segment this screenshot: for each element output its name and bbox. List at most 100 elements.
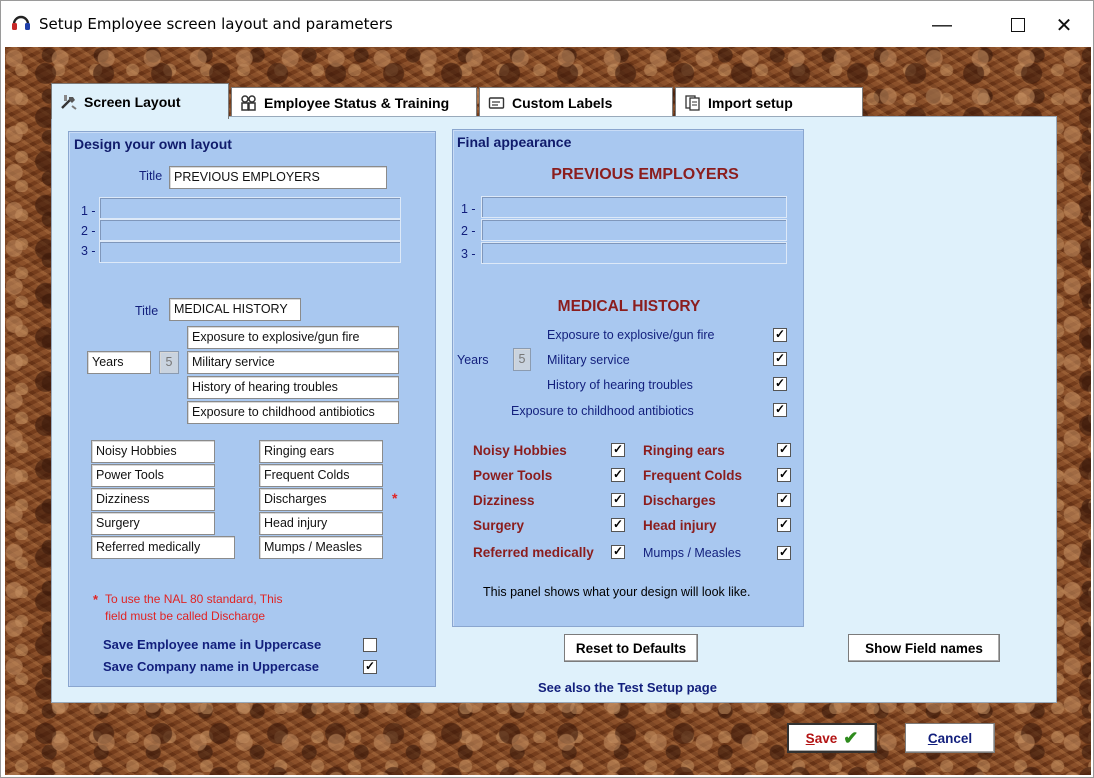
tab-employee-status-label: Employee Status & Training xyxy=(264,94,450,111)
medical-title-input[interactable]: MEDICAL HISTORY xyxy=(169,298,301,321)
people-icon xyxy=(241,94,256,111)
label-icon xyxy=(488,96,505,109)
save-button-hotkey: S xyxy=(805,730,815,746)
preview-employers-title: PREVIOUS EMPLOYERS xyxy=(551,166,739,183)
row-3-input[interactable] xyxy=(99,241,401,263)
preview-dizziness: Dizziness xyxy=(473,493,535,508)
close-button[interactable]: ✕ xyxy=(1041,7,1087,43)
preview-frequent-colds-checkbox: ✓ xyxy=(777,467,791,482)
preview-medical-title: MEDICAL HISTORY xyxy=(557,298,701,315)
preview-history-item-4: Exposure to childhood antibiotics xyxy=(511,404,694,418)
field-mumps-measles-input[interactable]: Mumps / Measles xyxy=(259,536,383,559)
preview-footer-note: This panel shows what your design will l… xyxy=(483,585,751,599)
preview-heading: Final appearance xyxy=(457,134,572,150)
row-2-input[interactable] xyxy=(99,219,401,241)
history-item-3-input[interactable]: History of hearing troubles xyxy=(187,376,399,399)
design-heading: Design your own layout xyxy=(74,136,232,152)
tab-employee-status-training[interactable]: Employee Status & Training xyxy=(231,87,477,117)
document-icon xyxy=(685,94,700,111)
field-surgery-input[interactable]: Surgery xyxy=(91,512,215,535)
field-dizziness-input[interactable]: Dizziness xyxy=(91,488,215,511)
save-employee-uppercase-label: Save Employee name in Uppercase xyxy=(103,637,322,652)
save-button[interactable]: Save ✔ xyxy=(787,723,877,753)
preview-row-2 xyxy=(481,219,787,241)
preview-history-1-checkbox: ✓ xyxy=(773,327,787,342)
cancel-button-hotkey: C xyxy=(927,730,938,746)
preview-referred-medically-checkbox: ✓ xyxy=(611,544,625,559)
preview-years-label: Years xyxy=(457,353,489,367)
row-1-label: 1 - xyxy=(81,204,96,218)
preview-frequent-colds: Frequent Colds xyxy=(643,468,743,483)
field-ringing-ears-input[interactable]: Ringing ears xyxy=(259,440,383,463)
tab-screen-layout-label: Screen Layout xyxy=(84,93,181,110)
preview-row-3-label: 3 - xyxy=(461,247,476,261)
field-referred-medically-input[interactable]: Referred medically xyxy=(91,536,235,559)
preview-history-item-2: Military service xyxy=(547,353,630,367)
row-1-input[interactable] xyxy=(99,197,401,219)
preview-history-item-3: History of hearing troubles xyxy=(547,378,693,392)
minimize-button[interactable]: — xyxy=(919,7,965,43)
save-company-uppercase-label: Save Company name in Uppercase xyxy=(103,659,320,674)
preview-head-injury: Head injury xyxy=(643,518,717,533)
field-head-injury-input[interactable]: Head injury xyxy=(259,512,383,535)
row-2-label: 2 - xyxy=(81,224,96,238)
history-item-4-input[interactable]: Exposure to childhood antibiotics xyxy=(187,401,399,424)
preview-surgery: Surgery xyxy=(473,518,525,533)
nal80-note-line2: field must be called Discharge xyxy=(105,609,266,623)
checkmark-icon: ✔ xyxy=(843,727,859,748)
show-field-names-button[interactable]: Show Field names xyxy=(848,634,1000,662)
preview-discharges: Discharges xyxy=(643,493,716,508)
preview-mumps-measles-checkbox: ✓ xyxy=(777,545,791,560)
preview-power-tools: Power Tools xyxy=(473,468,553,483)
history-item-2-input[interactable]: Military service xyxy=(187,351,399,374)
preview-discharges-checkbox: ✓ xyxy=(777,492,791,507)
window-title: Setup Employee screen layout and paramet… xyxy=(39,15,393,33)
screen-layout-panel: Design your own layout Title PREVIOUS EM… xyxy=(51,116,1057,703)
field-frequent-colds-input[interactable]: Frequent Colds xyxy=(259,464,383,487)
preview-years-number: 5 xyxy=(513,348,531,371)
save-employee-uppercase-checkbox[interactable] xyxy=(363,638,377,652)
field-noisy-hobbies-input[interactable]: Noisy Hobbies xyxy=(91,440,215,463)
preview-row-1 xyxy=(481,196,787,218)
tab-custom-labels-label: Custom Labels xyxy=(512,94,613,111)
headphones-icon xyxy=(12,15,30,30)
history-item-1-input[interactable]: Exposure to explosive/gun fire xyxy=(187,326,399,349)
medical-title-label: Title xyxy=(135,304,159,318)
tab-import-setup-label: Import setup xyxy=(708,94,793,111)
preview-row-1-label: 1 - xyxy=(461,202,476,216)
save-company-uppercase-checkbox[interactable]: ✓ xyxy=(363,660,377,674)
tools-icon xyxy=(61,94,77,110)
preview-head-injury-checkbox: ✓ xyxy=(777,517,791,532)
preview-history-4-checkbox: ✓ xyxy=(773,402,787,417)
field-discharges-input[interactable]: Discharges xyxy=(259,488,383,511)
preview-row-2-label: 2 - xyxy=(461,224,476,238)
preview-history-item-1: Exposure to explosive/gun fire xyxy=(547,328,715,342)
see-also-test-setup: See also the Test Setup page xyxy=(538,680,717,695)
preview-history-3-checkbox: ✓ xyxy=(773,376,787,391)
preview-noisy-hobbies: Noisy Hobbies xyxy=(473,443,567,458)
preview-mumps-measles: Mumps / Measles xyxy=(643,546,741,560)
reset-to-defaults-button[interactable]: Reset to Defaults xyxy=(564,634,698,662)
tab-screen-layout[interactable]: Screen Layout xyxy=(51,83,229,119)
maximize-button[interactable] xyxy=(995,7,1041,43)
preview-power-tools-checkbox: ✓ xyxy=(611,467,625,482)
section-title-input[interactable]: PREVIOUS EMPLOYERS xyxy=(169,166,387,189)
cancel-button[interactable]: Cancel xyxy=(905,723,995,753)
nal80-note-line1: To use the NAL 80 standard, This xyxy=(105,592,283,606)
preview-referred-medically: Referred medically xyxy=(473,545,594,560)
note-asterisk: * xyxy=(93,592,99,607)
maximize-icon xyxy=(1011,18,1025,32)
row-3-label: 3 - xyxy=(81,244,96,258)
tab-import-setup[interactable]: Import setup xyxy=(675,87,863,117)
title-label: Title xyxy=(139,169,163,183)
tab-custom-labels[interactable]: Custom Labels xyxy=(479,87,673,117)
preview-surgery-checkbox: ✓ xyxy=(611,517,625,532)
field-power-tools-input[interactable]: Power Tools xyxy=(91,464,215,487)
preview-row-3 xyxy=(481,242,787,264)
years-input[interactable]: Years xyxy=(87,351,151,374)
preview-dizziness-checkbox: ✓ xyxy=(611,492,625,507)
save-button-label: ave xyxy=(814,730,838,746)
final-appearance-panel: Final appearance PREVIOUS EMPLOYERS 1 - … xyxy=(452,129,804,627)
discharge-asterisk: * xyxy=(392,490,398,506)
preview-noisy-hobbies-checkbox: ✓ xyxy=(611,442,625,457)
